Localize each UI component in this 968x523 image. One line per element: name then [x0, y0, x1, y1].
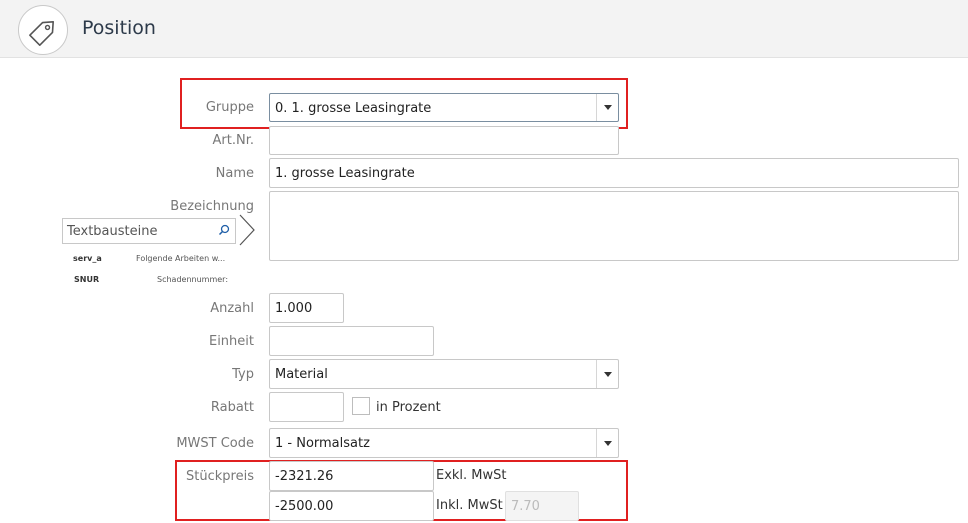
textbausteine-placeholder: Textbausteine	[67, 224, 158, 239]
einheit-label: Einheit	[208, 334, 254, 349]
typ-label: Typ	[232, 367, 254, 382]
mwst-code-label: MWST Code	[176, 436, 254, 451]
bezeichnung-label: Bezeichnung	[170, 199, 254, 214]
chevron-right-icon[interactable]	[238, 213, 256, 247]
price-exkl-input[interactable]: -2321.26	[269, 461, 434, 491]
gruppe-select[interactable]: 0. 1. grosse Leasingrate	[269, 93, 619, 122]
anzahl-label: Anzahl	[210, 301, 254, 316]
anzahl-input[interactable]: 1.000	[269, 293, 344, 323]
page-title: Position	[82, 17, 156, 39]
artnr-input[interactable]	[269, 126, 619, 155]
chevron-down-icon[interactable]	[596, 360, 618, 388]
price-inkl-input[interactable]: -2500.00	[269, 491, 434, 521]
rabatt-input[interactable]	[269, 392, 344, 422]
stueckpreis-label: Stückpreis	[186, 469, 254, 484]
textbausteine-search-input[interactable]: Textbausteine	[62, 218, 236, 244]
inkl-mwst-label: Inkl. MwSt	[436, 498, 503, 513]
textbaustein-code[interactable]: serv_a	[73, 254, 102, 263]
page-header: Position	[0, 0, 968, 58]
artnr-label: Art.Nr.	[212, 133, 254, 148]
typ-select[interactable]: Material	[269, 359, 619, 389]
name-input[interactable]: 1. grosse Leasingrate	[269, 158, 959, 188]
einheit-input[interactable]	[269, 326, 434, 356]
exkl-mwst-label: Exkl. MwSt	[436, 468, 507, 483]
mwst-code-value: 1 - Normalsatz	[275, 436, 370, 451]
rabatt-label: Rabatt	[210, 400, 254, 415]
bezeichnung-textarea[interactable]	[269, 191, 959, 261]
name-label: Name	[215, 166, 254, 181]
chevron-down-icon[interactable]	[596, 94, 618, 121]
textbaustein-description[interactable]: Folgende Arbeiten w...	[136, 254, 225, 263]
in-prozent-checkbox[interactable]	[352, 397, 370, 415]
typ-value: Material	[275, 367, 328, 382]
textbaustein-description[interactable]: Schadennummer:	[157, 275, 228, 284]
chevron-down-icon[interactable]	[596, 429, 618, 457]
gruppe-label: Gruppe	[205, 100, 254, 115]
search-icon[interactable]	[218, 224, 230, 236]
tag-icon	[18, 5, 68, 55]
textbaustein-code[interactable]: SNUR	[74, 275, 99, 284]
gruppe-value: 0. 1. grosse Leasingrate	[275, 101, 432, 116]
in-prozent-label: in Prozent	[376, 400, 441, 415]
mwst-rate-input: 7.70	[505, 491, 579, 521]
mwst-code-select[interactable]: 1 - Normalsatz	[269, 428, 619, 458]
